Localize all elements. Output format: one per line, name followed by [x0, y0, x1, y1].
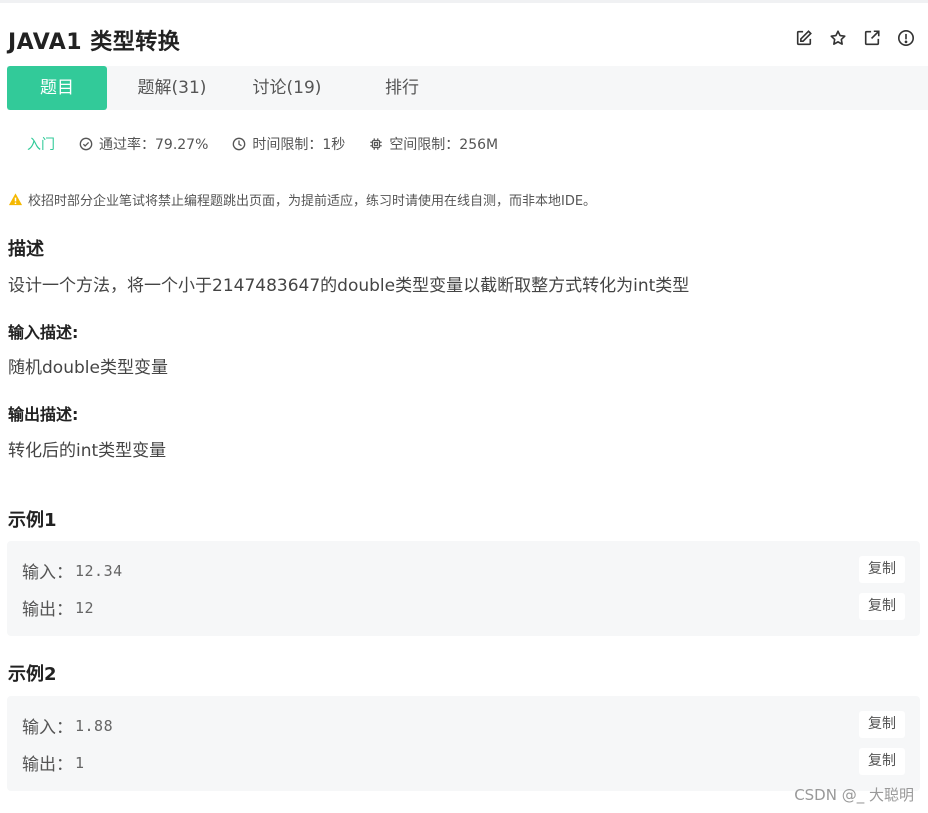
space-limit-text: 空间限制：256M [389, 137, 499, 153]
problem-meta: 入门 通过率：79.27% 时间限制：1秒 空间限制：256M [27, 134, 522, 154]
star-icon[interactable] [828, 28, 848, 48]
output-description-text: 转化后的int类型变量 [8, 441, 167, 461]
example-2-panel: 输入： 1.88 复制 输出： 1 复制 [7, 696, 920, 791]
example-1-panel: 输入： 12.34 复制 输出： 12 复制 [7, 541, 920, 636]
page-title: JAVA1 类型转换 [8, 30, 181, 55]
external-link-icon[interactable] [862, 28, 882, 48]
example-2-heading: 示例2 [8, 664, 57, 685]
copy-output-button[interactable]: 复制 [859, 593, 905, 620]
tab-solutions[interactable]: 题解(31) [107, 66, 237, 110]
space-limit: 空间限制：256M [369, 134, 498, 154]
top-divider [0, 0, 928, 3]
warning-text: 校招时部分企业笔试将禁止编程题跳出页面，为提前适应，练习时请使用在线自测，而非本… [28, 194, 597, 209]
check-circle-icon [79, 137, 93, 151]
input-value: 1.88 [75, 716, 114, 735]
description-text: 设计一个方法，将一个小于2147483647的double类型变量以截断取整方式… [8, 276, 690, 296]
time-limit-text: 时间限制：1秒 [252, 137, 346, 153]
copy-output-button[interactable]: 复制 [859, 748, 905, 775]
example-2-input: 输入： 1.88 [22, 713, 114, 739]
alert-circle-icon[interactable] [896, 28, 916, 48]
tab-ranking[interactable]: 排行 [337, 66, 467, 110]
example-1-input: 输入： 12.34 [22, 558, 123, 584]
input-label: 输入： [22, 718, 73, 738]
edit-icon[interactable] [794, 28, 814, 48]
pass-rate-text: 通过率：79.27% [99, 137, 209, 153]
tab-bar: 题目 题解(31) 讨论(19) 排行 [7, 66, 928, 110]
input-description-heading: 输入描述: [8, 323, 79, 342]
input-description-text: 随机double类型变量 [8, 358, 168, 378]
time-limit: 时间限制：1秒 [232, 134, 345, 154]
output-value: 1 [75, 753, 85, 772]
clock-icon [233, 137, 246, 151]
output-label: 输出： [22, 600, 73, 620]
copy-input-button[interactable]: 复制 [859, 711, 905, 738]
output-value: 12 [75, 598, 95, 617]
warning-icon [8, 193, 23, 206]
output-label: 输出： [22, 755, 73, 775]
description-heading: 描述 [8, 239, 44, 260]
input-label: 输入： [22, 563, 73, 583]
difficulty-badge: 入门 [27, 137, 55, 153]
output-description-heading: 输出描述: [8, 405, 79, 424]
input-value: 12.34 [75, 561, 123, 580]
example-1-output: 输出： 12 [22, 595, 95, 621]
chip-icon [370, 138, 382, 150]
title-toolbar [794, 28, 916, 48]
example-2-output: 输出： 1 [22, 750, 85, 776]
example-1-heading: 示例1 [8, 510, 57, 531]
tab-problem[interactable]: 题目 [7, 66, 107, 110]
pass-rate: 通过率：79.27% [79, 134, 208, 154]
copy-input-button[interactable]: 复制 [859, 556, 905, 583]
watermark: CSDN @_ 大聪明 [794, 786, 914, 804]
tab-discussion[interactable]: 讨论(19) [237, 66, 337, 110]
warning-notice: 校招时部分企业笔试将禁止编程题跳出页面，为提前适应，练习时请使用在线自测，而非本… [8, 190, 596, 209]
